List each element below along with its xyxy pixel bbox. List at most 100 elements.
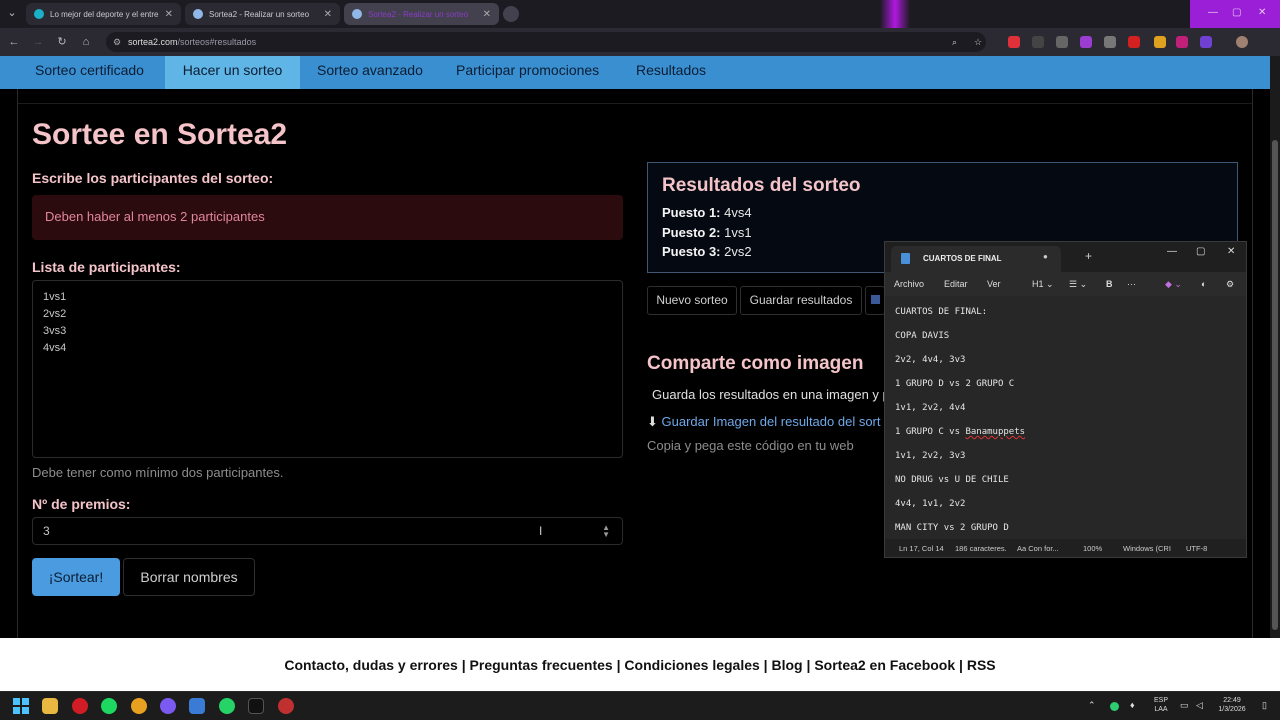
extension-icon[interactable] bbox=[1008, 36, 1020, 48]
scrollbar-thumb[interactable] bbox=[1272, 140, 1278, 630]
menu-editar[interactable]: Editar bbox=[944, 279, 968, 289]
extension-icon[interactable] bbox=[1032, 36, 1044, 48]
clock[interactable]: 22:49 1/3/2026 bbox=[1212, 696, 1252, 714]
file-explorer-icon[interactable] bbox=[42, 698, 58, 714]
extension-icon[interactable] bbox=[1154, 36, 1166, 48]
nav-sorteo-certificado[interactable]: Sorteo certificado bbox=[35, 56, 144, 89]
menu-archivo[interactable]: Archivo bbox=[894, 279, 924, 289]
close-icon[interactable]: ✕ bbox=[1258, 7, 1266, 18]
extension-icon[interactable] bbox=[1056, 36, 1068, 48]
copilot-icon[interactable]: ◆ ⌄ bbox=[1165, 279, 1182, 290]
settings-gear-icon[interactable]: ⚙ bbox=[1226, 279, 1234, 290]
tab-list-icon[interactable]: ⌄ bbox=[6, 7, 18, 19]
forward-icon[interactable]: → bbox=[32, 36, 44, 48]
discord-icon[interactable] bbox=[160, 698, 176, 714]
extension-icon[interactable] bbox=[1080, 36, 1092, 48]
new-draw-button[interactable]: Nuevo sorteo bbox=[647, 286, 737, 315]
account-icon[interactable]: ◐ bbox=[1201, 279, 1206, 289]
list-icon[interactable]: ☰ ⌄ bbox=[1069, 279, 1087, 290]
nav-participar-promociones[interactable]: Participar promociones bbox=[456, 56, 599, 89]
close-icon[interactable]: ✕ bbox=[1227, 246, 1235, 257]
spotify-icon[interactable] bbox=[101, 698, 117, 714]
clear-names-button[interactable]: Borrar nombres bbox=[123, 558, 255, 596]
chrome-icon[interactable] bbox=[131, 698, 147, 714]
browser-tab-2[interactable]: Sortea2 - Realizar un sorteo ✕ bbox=[185, 3, 340, 25]
encoding[interactable]: UTF-8 bbox=[1186, 544, 1207, 553]
format-status-label: Con for... bbox=[1028, 544, 1059, 553]
facebook-icon bbox=[870, 295, 880, 304]
minimize-icon[interactable]: — bbox=[1208, 7, 1218, 18]
extensions-puzzle-icon[interactable] bbox=[1200, 36, 1212, 48]
footer-link[interactable]: Blog bbox=[772, 657, 803, 673]
taskbar: ⌃ ♦ ESP LAA ▭ ◁ 22:49 1/3/2026 ▯ bbox=[0, 691, 1280, 720]
close-icon[interactable]: ✕ bbox=[483, 9, 491, 20]
editor-line: MAN CITY vs 2 GRUPO D bbox=[895, 523, 1009, 533]
footer-link[interactable]: Contacto, dudas y errores bbox=[284, 657, 458, 673]
heading-select[interactable]: H1 ⌄ bbox=[1032, 279, 1054, 290]
nav-sorteo-avanzado[interactable]: Sorteo avanzado bbox=[317, 56, 423, 89]
prizes-value: 3 bbox=[43, 524, 50, 538]
close-icon[interactable]: ✕ bbox=[165, 9, 173, 20]
footer-link[interactable]: Preguntas frecuentes bbox=[470, 657, 613, 673]
participants-textarea[interactable]: 1vs1 2vs2 3vs3 4vs4 bbox=[32, 280, 623, 458]
page-title: Sortee en Sortea2 bbox=[32, 118, 288, 151]
browser-tab-3[interactable]: Sortea2 - Realizar un sorteo ✕ bbox=[344, 3, 499, 25]
participant-line: 1vs1 bbox=[43, 291, 67, 303]
extension-icon[interactable] bbox=[1104, 36, 1116, 48]
site-info-icon[interactable]: ⚙ bbox=[113, 32, 121, 52]
facebook-share-button[interactable] bbox=[865, 286, 885, 315]
opera-icon[interactable] bbox=[72, 698, 88, 714]
prizes-number-input[interactable]: 3 I ▲ ▼ bbox=[32, 517, 623, 545]
maximize-icon[interactable]: ▢ bbox=[1196, 246, 1205, 257]
minimize-icon[interactable]: — bbox=[1167, 246, 1177, 257]
close-icon[interactable]: ✕ bbox=[324, 9, 332, 20]
share-description: Guarda los resultados en una imagen y p bbox=[652, 387, 890, 402]
avatar[interactable] bbox=[1236, 36, 1248, 48]
notepad-taskbar-icon[interactable] bbox=[189, 698, 205, 714]
tiktok-icon[interactable] bbox=[248, 698, 264, 714]
browser-tab-1[interactable]: Lo mejor del deporte y el entre ✕ bbox=[26, 3, 181, 25]
windows-start-icon[interactable] bbox=[13, 698, 29, 714]
notifications-icon[interactable]: ▯ bbox=[1262, 701, 1267, 710]
add-tab-icon[interactable]: + bbox=[1085, 249, 1092, 263]
footer-link[interactable]: Sortea2 en Facebook bbox=[814, 657, 955, 673]
back-icon[interactable]: ← bbox=[8, 36, 20, 48]
app-icon[interactable] bbox=[278, 698, 294, 714]
bold-button[interactable]: B bbox=[1106, 279, 1113, 289]
reload-icon[interactable]: ↻ bbox=[56, 36, 68, 48]
whatsapp-icon[interactable] bbox=[219, 698, 235, 714]
save-image-link[interactable]: ⬇ Guardar Imagen del resultado del sort bbox=[647, 414, 881, 430]
nav-resultados[interactable]: Resultados bbox=[636, 56, 706, 89]
more-icon[interactable]: ··· bbox=[1127, 279, 1136, 289]
notepad-editor[interactable]: CUARTOS DE FINAL: COPA DAVIS 2v2, 4v4, 3… bbox=[885, 296, 1246, 539]
footer-link[interactable]: RSS bbox=[967, 657, 996, 673]
menu-ver[interactable]: Ver bbox=[987, 279, 1001, 289]
home-icon[interactable]: ⌂ bbox=[80, 36, 92, 48]
format-status[interactable]: Aa Con for... bbox=[1017, 544, 1059, 553]
extension-icon[interactable] bbox=[1176, 36, 1188, 48]
chevron-up-icon[interactable]: ⌃ bbox=[1088, 701, 1096, 710]
extension-icon[interactable] bbox=[1128, 36, 1140, 48]
save-results-button[interactable]: Guardar resultados bbox=[740, 286, 862, 315]
bookmark-star-icon[interactable]: ☆ bbox=[974, 32, 982, 52]
notepad-statusbar: Ln 17, Col 14 186 caracteres. Aa Con for… bbox=[885, 539, 1246, 557]
nav-hacer-un-sorteo[interactable]: Hacer un sorteo bbox=[165, 56, 300, 89]
draw-button[interactable]: ¡Sortear! bbox=[32, 558, 120, 596]
share-title: Comparte como imagen bbox=[647, 353, 864, 374]
language-indicator[interactable]: ESP LAA bbox=[1150, 696, 1172, 714]
participant-line: 4vs4 bbox=[43, 342, 67, 354]
network-icon[interactable]: ▭ bbox=[1180, 701, 1189, 710]
url-bar[interactable]: ⚙ sortea2.com/sorteos#resultados ⌕ ☆ bbox=[106, 32, 986, 52]
status-dot-icon[interactable] bbox=[1110, 702, 1119, 711]
volume-icon[interactable]: ◁ bbox=[1196, 701, 1203, 710]
footer-link[interactable]: Condiciones legales bbox=[624, 657, 759, 673]
number-spinner[interactable]: ▲ ▼ bbox=[602, 524, 610, 539]
notepad-tab[interactable]: CUARTOS DE FINAL ● bbox=[891, 246, 1061, 272]
zoom-level[interactable]: 100% bbox=[1083, 544, 1102, 553]
editor-line: 1v1, 2v2, 3v3 bbox=[895, 451, 966, 461]
microphone-icon[interactable]: ♦ bbox=[1130, 701, 1135, 710]
line-ending[interactable]: Windows (CRI bbox=[1123, 544, 1171, 553]
new-tab-button[interactable] bbox=[503, 6, 519, 22]
maximize-icon[interactable]: ▢ bbox=[1232, 7, 1241, 18]
zoom-icon[interactable]: ⌕ bbox=[952, 32, 957, 52]
